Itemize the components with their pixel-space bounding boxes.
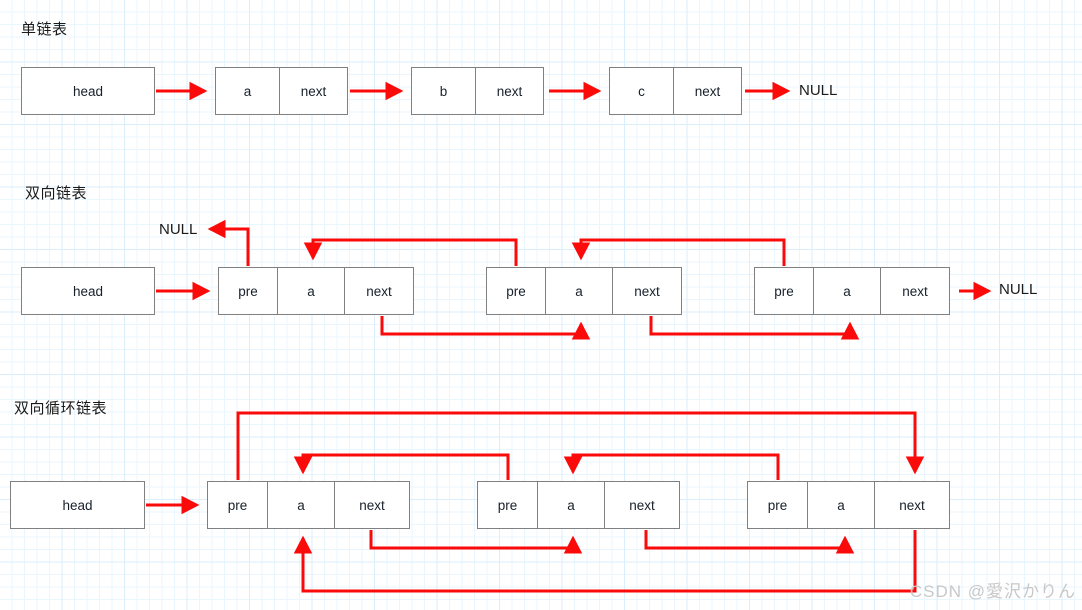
arrow-doubly-node1-pre-to-null xyxy=(207,219,250,266)
circular-node-2-next: next xyxy=(604,481,680,529)
singly-head-label: head xyxy=(72,83,104,99)
singly-node-2-data: b xyxy=(411,67,476,115)
diagram-canvas: 单链表 head a next b next c next NULL 双向链表 … xyxy=(0,0,1082,610)
singly-null-terminator: NULL xyxy=(799,82,838,99)
circular-head-box: head xyxy=(10,481,145,529)
circular-node-1-data: a xyxy=(267,481,335,529)
arrow-doubly-node2-pre-to-node1-data xyxy=(303,238,518,266)
doubly-node-2: pre a next xyxy=(486,267,682,315)
section-title-doubly-linked-list: 双向链表 xyxy=(25,185,88,202)
circular-node-1-pre: pre xyxy=(207,481,268,529)
csdn-watermark: CSDN @愛沢かりん xyxy=(909,582,1076,601)
circular-head-label: head xyxy=(62,497,93,513)
singly-node-1-next: next xyxy=(279,67,348,115)
doubly-head-box: head xyxy=(21,267,155,315)
doubly-node-3-data: a xyxy=(813,267,881,315)
circular-node-3-next: next xyxy=(874,481,950,529)
circular-node-2: pre a next xyxy=(477,481,680,529)
singly-node-1: a next xyxy=(215,67,348,115)
arrow-circular-node3-next-to-node1-data xyxy=(293,530,917,593)
circular-node-1: pre a next xyxy=(207,481,410,529)
doubly-null-right: NULL xyxy=(999,281,1038,298)
doubly-node-2-data: a xyxy=(545,267,613,315)
doubly-null-left: NULL xyxy=(159,221,198,238)
arrow-circular-node1-pre-to-node3-next xyxy=(236,411,925,480)
circular-node-3-pre: pre xyxy=(747,481,808,529)
singly-node-3-data: c xyxy=(609,67,674,115)
section-title-doubly-circular-linked-list: 双向循环链表 xyxy=(14,400,108,417)
singly-node-3-next: next xyxy=(673,67,742,115)
section-title-singly-linked-list: 单链表 xyxy=(21,21,68,38)
doubly-node-3-pre: pre xyxy=(754,267,814,315)
singly-node-2-next: next xyxy=(475,67,544,115)
arrow-circular-node2-pre-to-node1-data xyxy=(293,453,510,480)
singly-node-2: b next xyxy=(411,67,544,115)
circular-node-3-data: a xyxy=(807,481,875,529)
singly-head-box: head xyxy=(21,67,155,115)
doubly-node-1-next: next xyxy=(344,267,414,315)
doubly-node-1-data: a xyxy=(277,267,345,315)
arrow-circular-node1-next-to-node2-data xyxy=(369,530,583,554)
circular-node-2-pre: pre xyxy=(477,481,538,529)
arrow-circular-node2-next-to-node3-data xyxy=(644,530,855,554)
arrow-doubly-node1-next-to-node2-data xyxy=(380,316,591,340)
doubly-node-3: pre a next xyxy=(754,267,950,315)
singly-node-3: c next xyxy=(609,67,742,115)
doubly-node-2-next: next xyxy=(612,267,682,315)
circular-node-3: pre a next xyxy=(747,481,950,529)
arrow-doubly-node2-next-to-node3-data xyxy=(649,316,860,340)
circular-node-2-data: a xyxy=(537,481,605,529)
doubly-node-3-next: next xyxy=(880,267,950,315)
circular-node-1-next: next xyxy=(334,481,410,529)
arrow-circular-node3-pre-to-node2-data xyxy=(563,453,780,480)
arrow-doubly-node3-pre-to-node2-data xyxy=(571,238,786,266)
doubly-head-label: head xyxy=(72,283,104,299)
singly-node-1-data: a xyxy=(215,67,280,115)
doubly-node-2-pre: pre xyxy=(486,267,546,315)
doubly-node-1-pre: pre xyxy=(218,267,278,315)
doubly-node-1: pre a next xyxy=(218,267,414,315)
